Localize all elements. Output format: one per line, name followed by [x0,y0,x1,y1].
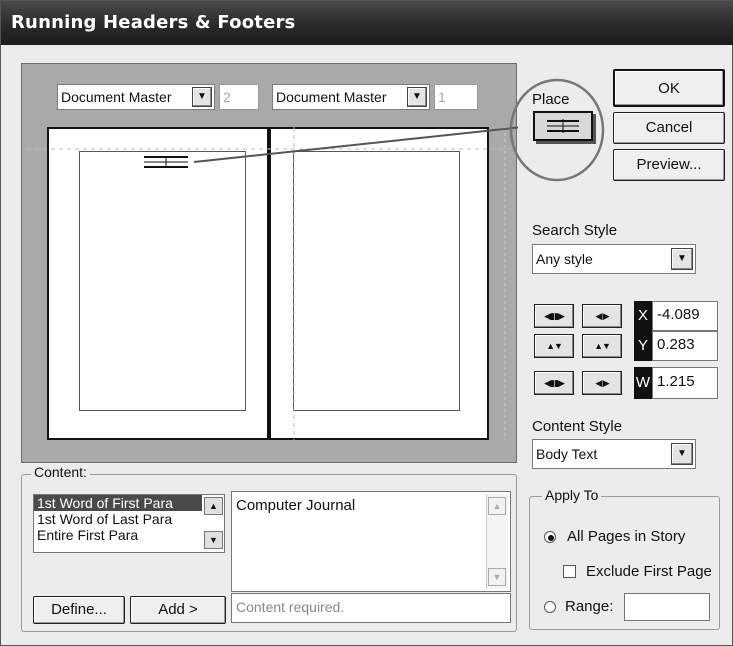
header-marker-icon[interactable] [142,154,190,170]
search-style-label: Search Style [532,222,618,239]
y-extreme-nudge-button[interactable]: ▲▼ [534,334,574,358]
position-xy-panel: ◀▮▮▶ ◀ ▶ X Y -4.089 ▲▼ ▲▼ 0.283 [532,301,718,361]
list-item[interactable]: 1st Word of First Para [34,495,202,511]
search-style-value: Any style [536,251,593,267]
content-style-dropdown[interactable]: Body Text ▼ [532,439,696,469]
y-field[interactable]: 0.283 [652,331,718,361]
content-type-list[interactable]: 1st Word of First Para 1st Word of Last … [33,494,225,553]
add-button[interactable]: Add > [130,596,226,624]
scroll-up-icon[interactable]: ▲ [204,497,223,515]
x-extreme-nudge-button[interactable]: ◀▮▮▶ [534,304,574,328]
page-preview-area: Document Master ▼ 2 Document Master ▼ 1 [21,63,518,463]
list-item[interactable]: 1st Word of Last Para [34,511,202,527]
preview-button[interactable]: Preview... [613,149,725,181]
list-item[interactable]: Entire First Para [34,527,202,543]
all-pages-radio[interactable] [544,531,556,543]
define-button[interactable]: Define... [33,596,125,624]
x-nudge-button[interactable]: ◀ ▶ [582,304,622,328]
chevron-down-icon[interactable]: ▼ [671,248,693,270]
dialog-title: Running Headers & Footers [11,12,296,33]
range-radio[interactable] [544,601,556,613]
scroll-down-icon[interactable]: ▼ [488,568,506,586]
guides-overlay [27,126,518,440]
content-style-value: Body Text [536,446,598,462]
apply-to-label: Apply To [542,487,602,503]
place-icon[interactable] [533,111,593,141]
content-text-area[interactable]: Computer Journal ▲ ▼ [231,491,511,592]
x-label: X [637,307,648,324]
w-nudge-button[interactable]: ◀ ▶ [582,371,622,395]
chevron-down-icon[interactable]: ▼ [671,443,693,465]
y-nudge-button[interactable]: ▲▼ [582,334,622,358]
dialog-title-bar[interactable]: Running Headers & Footers [1,1,733,45]
x-field[interactable]: -4.089 [652,301,718,331]
range-label: Range: [565,598,614,615]
content-style-label: Content Style [532,418,623,435]
place-header-icon [547,119,579,133]
width-panel: ◀▮▮▶ ◀ ▶ W 1.215 [532,367,718,399]
range-field[interactable] [624,593,710,621]
content-group-label: Content: [31,464,90,480]
w-extreme-nudge-button[interactable]: ◀▮▮▶ [534,371,574,395]
place-label: Place [532,91,570,108]
ok-button[interactable]: OK [613,69,725,107]
scroll-down-icon[interactable]: ▼ [204,531,223,549]
all-pages-label: All Pages in Story [567,528,686,545]
w-field[interactable]: 1.215 [652,367,718,399]
scroll-up-icon[interactable]: ▲ [488,497,506,515]
content-text: Computer Journal [236,497,356,514]
w-label: W [634,367,652,399]
cancel-button[interactable]: Cancel [613,112,725,144]
y-label: Y [637,337,648,354]
search-style-dropdown[interactable]: Any style ▼ [532,244,696,274]
content-status: Content required. [231,593,511,623]
content-text-scrollbar[interactable]: ▲ ▼ [486,494,508,589]
exclude-first-label: Exclude First Page [586,563,712,580]
exclude-first-checkbox[interactable] [563,565,576,578]
running-headers-dialog: Running Headers & Footers Document Maste… [0,0,733,646]
